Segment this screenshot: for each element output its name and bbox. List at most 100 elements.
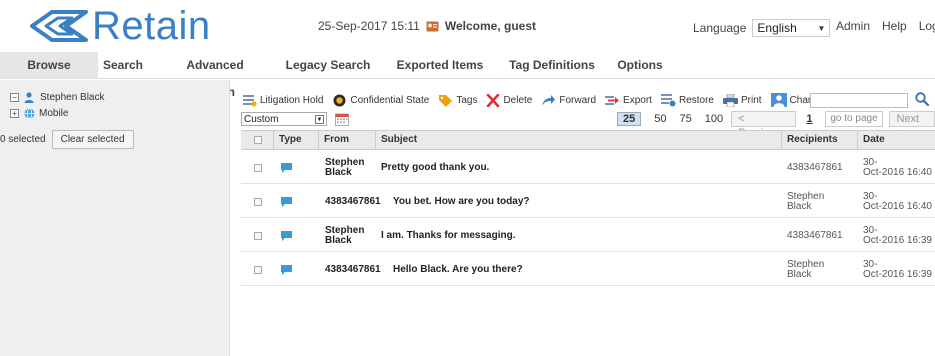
row-subject[interactable]: You bet. How are you today? — [393, 196, 530, 207]
row-checkbox[interactable] — [254, 265, 262, 274]
export-button[interactable]: Export — [605, 94, 652, 107]
delete-button[interactable]: Delete — [486, 93, 533, 107]
globe-icon — [24, 108, 35, 119]
table-row[interactable]: Stephen Black Pretty good thank you. 438… — [241, 151, 935, 184]
tree-item-user[interactable]: − Stephen Black — [10, 92, 105, 103]
confidential-state-button[interactable]: Confidential State — [332, 94, 429, 107]
date-range-select[interactable]: Custom ▼ — [241, 112, 327, 126]
confidential-state-label: Confidential State — [350, 94, 430, 106]
row-date-time: Oct-2016 16:40 — [863, 200, 932, 212]
row-checkbox[interactable] — [254, 163, 262, 172]
app-name: Retain — [92, 4, 211, 48]
page-size-50[interactable]: 50 — [654, 113, 666, 125]
language-area: Language English ▼ — [693, 19, 831, 37]
message-icon — [281, 196, 292, 207]
date-range-value: Custom — [244, 113, 279, 125]
column-header-date[interactable]: Date — [857, 131, 935, 149]
clear-selected-button[interactable]: Clear selected — [51, 130, 134, 149]
top-links: Admin Help Logout — [836, 19, 935, 33]
tag-icon — [439, 94, 453, 107]
tab-tag-definitions[interactable]: Tag Definitions — [503, 52, 601, 79]
admin-link[interactable]: Admin — [836, 19, 870, 33]
next-page-button[interactable]: Next > — [889, 111, 935, 139]
restore-icon — [660, 94, 676, 107]
column-header-type[interactable]: Type — [273, 131, 318, 149]
message-icon — [281, 264, 292, 275]
row-date-day: 30- — [863, 190, 878, 202]
forward-button[interactable]: Forward — [541, 94, 596, 107]
language-select[interactable]: English ▼ — [752, 19, 831, 37]
select-all-checkbox[interactable] — [254, 136, 262, 144]
tab-exported-items[interactable]: Exported Items — [390, 52, 490, 79]
main-nav: Browse Search Advanced Search Legacy Sea… — [0, 52, 935, 99]
printer-icon — [722, 93, 738, 107]
user-icon — [24, 92, 34, 103]
restore-button[interactable]: Restore — [660, 93, 714, 107]
export-label: Export — [623, 94, 652, 106]
select-all-cell — [241, 131, 273, 149]
column-header-subject[interactable]: Subject — [375, 131, 780, 149]
retain-logo[interactable]: Retain — [28, 6, 211, 46]
table-row[interactable]: 4383467861 You bet. How are you today? S… — [241, 185, 935, 218]
table-row[interactable]: 4383467861 Hello Black. Are you there? S… — [241, 253, 935, 286]
pagination: 25 50 75 100 < Previous 1 go to page Nex… — [617, 111, 935, 139]
litigation-hold-icon — [243, 94, 257, 107]
filter-row: Custom ▼ — [241, 112, 349, 126]
mailbox-user-icon — [770, 93, 787, 107]
row-date-day: 30- — [863, 156, 878, 168]
column-header-from[interactable]: From — [318, 131, 375, 149]
message-icon — [281, 230, 292, 241]
welcome-text: Welcome, guest — [444, 19, 536, 33]
tree-user-label: Stephen Black — [40, 92, 105, 103]
litigation-hold-button[interactable]: Litigation Hold — [243, 94, 323, 107]
table-row[interactable]: Stephen Black I am. Thanks for messaging… — [241, 219, 935, 252]
goto-page-input[interactable]: go to page — [824, 111, 884, 127]
tab-options[interactable]: Options — [612, 52, 668, 79]
row-subject[interactable]: Pretty good thank you. — [381, 162, 489, 173]
restore-label: Restore — [678, 94, 714, 106]
row-recipients: 4383467861 — [787, 161, 843, 173]
selected-count: 0 selected — [0, 134, 46, 145]
row-recipients: Stephen Black — [787, 258, 825, 280]
page-size-25[interactable]: 25 — [617, 112, 642, 126]
logout-link[interactable]: Logout — [919, 19, 935, 33]
language-value: English — [757, 21, 797, 35]
search-icon[interactable] — [915, 92, 929, 106]
row-checkbox[interactable] — [254, 197, 262, 206]
page-size-75[interactable]: 75 — [680, 113, 692, 125]
collapse-icon[interactable]: − — [10, 93, 19, 102]
column-header-recipients[interactable]: Recipients — [781, 131, 857, 149]
tab-legacy-search[interactable]: Legacy Search — [283, 52, 373, 79]
tab-advanced-search[interactable]: Advanced Search — [165, 52, 265, 99]
current-datetime: 25-Sep-2017 15:11 — [318, 19, 420, 33]
row-checkbox[interactable] — [254, 231, 262, 240]
row-date-time: Oct-2016 16:39 — [863, 268, 932, 280]
row-from: Stephen Black — [325, 224, 365, 246]
tags-button[interactable]: Tags — [438, 94, 477, 107]
tab-search[interactable]: Search — [98, 52, 148, 79]
tree-mobile-label: Mobile — [39, 108, 69, 119]
row-date-day: 30- — [863, 224, 878, 236]
row-subject[interactable]: Hello Black. Are you there? — [393, 264, 523, 275]
row-subject[interactable]: I am. Thanks for messaging. — [381, 230, 515, 241]
current-page-link[interactable]: 1 — [806, 113, 812, 125]
print-button[interactable]: Print — [722, 93, 762, 107]
row-from: Stephen Black — [325, 156, 365, 178]
delete-icon — [487, 93, 500, 107]
retain-logo-icon — [30, 10, 88, 42]
tab-browse[interactable]: Browse — [0, 52, 98, 79]
delete-label: Delete — [503, 94, 533, 106]
litigation-hold-label: Litigation Hold — [260, 94, 324, 106]
mailbox-search-input[interactable] — [810, 93, 908, 108]
expand-icon[interactable]: + — [10, 109, 19, 118]
row-from: 4383467861 — [325, 195, 381, 207]
row-from: 4383467861 — [325, 263, 381, 275]
message-icon — [281, 162, 292, 173]
app-header: Retain 25-Sep-2017 15:11 Welcome, guest … — [0, 0, 935, 52]
language-label: Language — [693, 21, 747, 35]
help-link[interactable]: Help — [882, 19, 907, 33]
previous-page-button[interactable]: < Previous — [731, 111, 797, 139]
calendar-icon[interactable] — [335, 113, 349, 126]
tree-item-mobile[interactable]: + Mobile — [10, 108, 68, 119]
page-size-100[interactable]: 100 — [705, 113, 723, 125]
